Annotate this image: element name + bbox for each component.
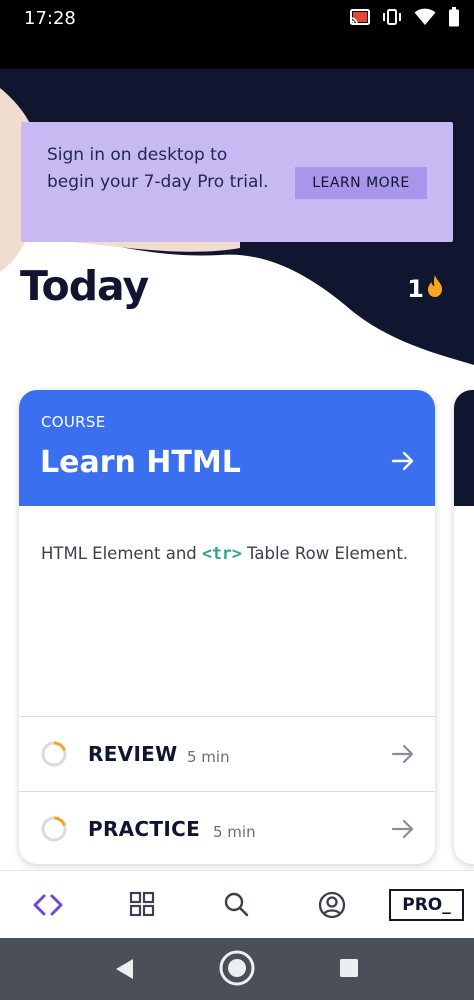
description-text-end: Table Row Element. xyxy=(241,544,409,563)
pro-button[interactable]: PRO_ xyxy=(389,889,464,921)
streak-badge[interactable]: 1 xyxy=(407,274,444,304)
practice-duration: 5 min xyxy=(213,823,256,841)
description-text: HTML Element and xyxy=(41,544,203,563)
description-code: <tr> xyxy=(202,544,242,563)
code-icon[interactable] xyxy=(32,891,64,919)
catalog-grid-icon[interactable] xyxy=(129,891,155,917)
status-time: 17:28 xyxy=(24,8,76,29)
learn-more-button[interactable]: LEARN MORE xyxy=(295,167,427,199)
flame-icon xyxy=(426,274,444,304)
review-duration: 5 min xyxy=(187,748,230,766)
wifi-icon xyxy=(414,8,436,26)
back-icon[interactable] xyxy=(113,957,135,981)
arrow-right-icon[interactable] xyxy=(391,818,415,845)
next-course-card-header xyxy=(454,390,474,506)
course-card-header[interactable]: COURSE Learn HTML xyxy=(19,390,435,506)
review-task-row[interactable]: REVIEW 5 min xyxy=(19,716,435,790)
status-icons xyxy=(350,6,460,28)
arrow-right-icon[interactable] xyxy=(391,743,415,770)
profile-icon[interactable] xyxy=(318,891,346,919)
arrow-right-icon[interactable] xyxy=(391,450,415,477)
next-course-card[interactable] xyxy=(454,390,474,864)
vibrate-icon xyxy=(382,8,402,26)
home-icon[interactable] xyxy=(218,949,256,987)
review-label: REVIEW xyxy=(88,742,178,766)
practice-label: PRACTICE xyxy=(88,817,201,841)
system-navigation-bar xyxy=(0,938,474,1000)
course-title: Learn HTML xyxy=(40,445,241,480)
promo-banner: Sign in on desktop to begin your 7-day P… xyxy=(21,122,453,242)
status-bar: 17:28 xyxy=(0,0,474,69)
progress-ring-icon xyxy=(41,741,67,772)
search-icon[interactable] xyxy=(223,891,249,917)
bottom-nav: PRO_ xyxy=(0,870,474,938)
page-title: Today xyxy=(20,262,149,310)
progress-ring-icon xyxy=(41,816,67,847)
battery-icon xyxy=(448,7,460,27)
course-card[interactable]: COURSE Learn HTML HTML Element and <tr> … xyxy=(19,390,435,864)
course-eyebrow: COURSE xyxy=(41,413,106,431)
cast-icon xyxy=(350,8,370,26)
recents-icon[interactable] xyxy=(339,958,359,978)
streak-count: 1 xyxy=(407,275,424,303)
course-description: HTML Element and <tr> Table Row Element. xyxy=(41,540,411,567)
practice-task-row[interactable]: PRACTICE 5 min xyxy=(19,791,435,864)
promo-text: Sign in on desktop to begin your 7-day P… xyxy=(47,145,269,192)
